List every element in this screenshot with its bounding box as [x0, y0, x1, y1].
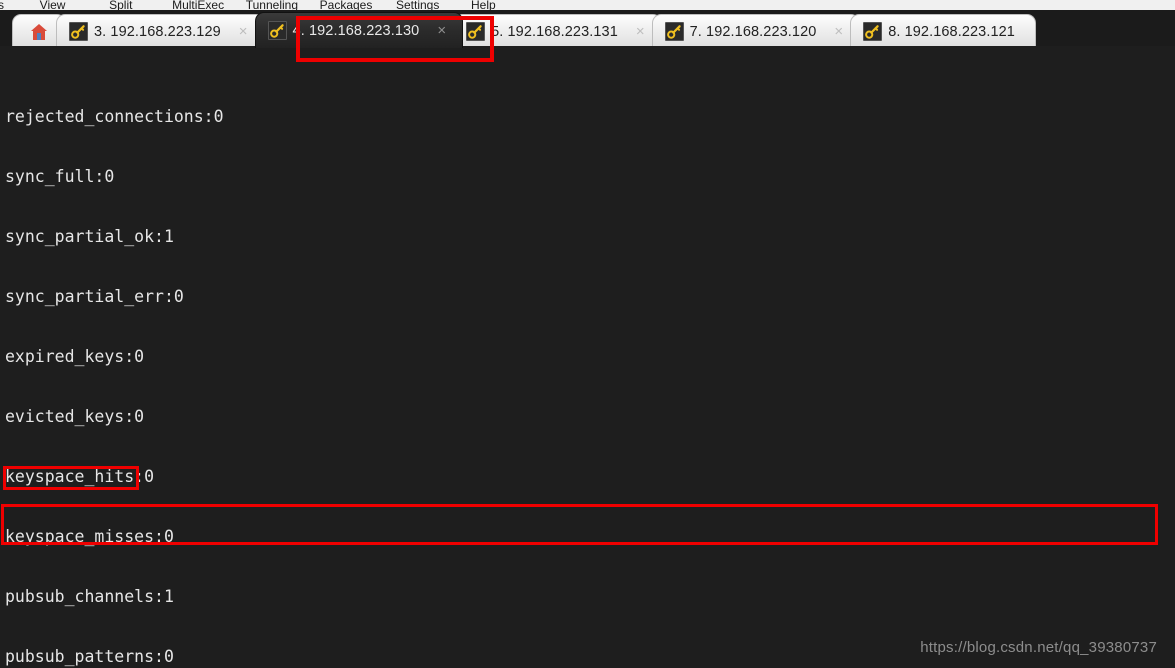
terminal-line: rejected_connections:0 — [5, 107, 224, 126]
terminal-line: evicted_keys:0 — [5, 407, 145, 426]
tab-192-168-223-121[interactable]: 8. 192.168.223.121 — [850, 14, 1036, 48]
menu-item-packages[interactable]: Packages — [320, 0, 373, 10]
menu-bar[interactable]: ions View Split MultiExec Tunneling Pack… — [0, 0, 1175, 10]
menu-item-settings[interactable]: Settings — [396, 0, 439, 10]
tab-label: 7. 192.168.223.120 — [689, 23, 817, 40]
terminal-line: sync_partial_ok:1 — [5, 227, 174, 246]
menu-item-split[interactable]: Split — [109, 0, 132, 10]
terminal-line: keyspace_misses:0 — [5, 527, 174, 546]
key-icon — [69, 22, 88, 41]
close-icon[interactable]: × — [433, 23, 456, 38]
key-icon — [466, 22, 486, 41]
terminal-line: sync_full:0 — [5, 167, 115, 186]
terminal-output-pane[interactable]: rejected_connections:0 sync_full:0 sync_… — [0, 46, 1175, 668]
tab-label: 5. 192.168.223.131 — [491, 23, 618, 40]
home-icon — [29, 22, 49, 42]
tab-192-168-223-129[interactable]: 3. 192.168.223.129 × — [56, 14, 265, 48]
tab-192-168-223-120[interactable]: 7. 192.168.223.120 × — [651, 14, 861, 48]
menu-item-options[interactable]: ions — [0, 0, 4, 10]
key-icon — [267, 21, 287, 40]
tab-label: 4. 192.168.223.130 — [292, 22, 420, 39]
terminal-line: sync_partial_err:0 — [5, 287, 184, 306]
menu-item-multiexec[interactable]: MultiExec — [172, 0, 224, 10]
tab-list: 3. 192.168.223.129 × 4. 192.168.223.130 … — [0, 10, 1036, 48]
terminal-line: expired_keys:0 — [5, 347, 145, 366]
menu-item-view[interactable]: View — [40, 0, 66, 10]
key-icon — [664, 22, 684, 41]
key-icon — [863, 22, 883, 41]
tab-strip: 3. 192.168.223.129 × 4. 192.168.223.130 … — [0, 10, 1175, 62]
terminal-line: pubsub_channels:1 — [5, 587, 174, 606]
menu-item-tunneling[interactable]: Tunneling — [246, 0, 298, 10]
terminal-line: keyspace_hits:0 — [5, 467, 155, 486]
tab-label: 3. 192.168.223.129 — [94, 23, 221, 40]
tab-label: 8. 192.168.223.121 — [888, 23, 1015, 40]
watermark: https://blog.csdn.net/qq_39380737 — [920, 639, 1157, 656]
terminal-line: pubsub_patterns:0 — [5, 647, 174, 666]
tab-192-168-223-131[interactable]: 5. 192.168.223.131 × — [453, 14, 662, 48]
terminal-text: rejected_connections:0 sync_full:0 sync_… — [5, 47, 690, 668]
tab-192-168-223-130[interactable]: 4. 192.168.223.130 × — [254, 12, 464, 48]
menu-item-help[interactable]: Help — [471, 0, 496, 10]
